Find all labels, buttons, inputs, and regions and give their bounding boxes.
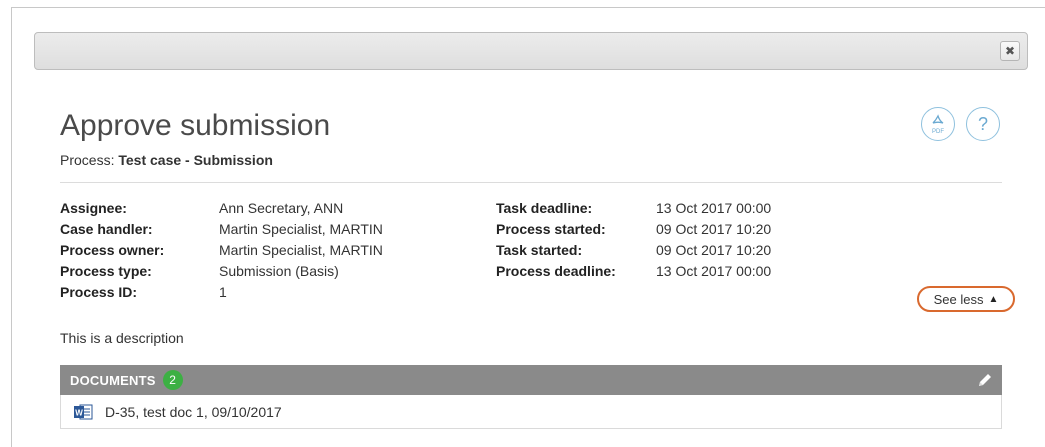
- triangle-up-icon: ▲: [988, 293, 999, 305]
- close-icon: ✖: [1004, 44, 1016, 58]
- detail-label: Task started:: [496, 242, 583, 258]
- detail-value: Submission (Basis): [219, 263, 339, 279]
- details-right: Task deadline: 13 Oct 2017 00:00 Process…: [496, 198, 771, 282]
- detail-label: Process started:: [496, 221, 606, 237]
- detail-value: Martin Specialist, MARTIN: [219, 242, 383, 258]
- details-left: Assignee: Ann Secretary, ANN Case handle…: [60, 198, 383, 303]
- detail-row-task-started: Task started: 09 Oct 2017 10:20: [496, 240, 771, 261]
- process-label: Process:: [60, 152, 115, 168]
- detail-row-task-deadline: Task deadline: 13 Oct 2017 00:00: [496, 198, 771, 219]
- header-divider: [60, 182, 1002, 183]
- detail-label: Process type:: [60, 263, 152, 279]
- document-link[interactable]: D-35, test doc 1, 09/10/2017: [105, 404, 282, 420]
- detail-label: Assignee:: [60, 200, 127, 216]
- documents-title: DOCUMENTS: [70, 372, 156, 388]
- detail-label: Process owner:: [60, 242, 165, 258]
- word-doc-icon: W: [74, 404, 93, 419]
- process-line: Process: Test case - Submission: [60, 152, 273, 168]
- detail-value: Ann Secretary, ANN: [219, 200, 344, 216]
- svg-text:W: W: [75, 408, 83, 417]
- detail-row-assignee: Assignee: Ann Secretary, ANN: [60, 198, 383, 219]
- see-less-toggle[interactable]: See less ▲: [917, 286, 1015, 312]
- help-icon: ?: [977, 113, 988, 134]
- detail-row-process-owner: Process owner: Martin Specialist, MARTIN: [60, 240, 383, 261]
- detail-row-case-handler: Case handler: Martin Specialist, MARTIN: [60, 219, 383, 240]
- detail-value: 13 Oct 2017 00:00: [656, 263, 772, 279]
- detail-label: Task deadline:: [496, 200, 593, 216]
- detail-value: 09 Oct 2017 10:20: [656, 242, 772, 258]
- detail-row-process-id: Process ID: 1: [60, 282, 383, 303]
- detail-label: Case handler:: [60, 221, 153, 237]
- detail-row-process-started: Process started: 09 Oct 2017 10:20: [496, 219, 771, 240]
- dialog-title-bar: ✖: [34, 32, 1028, 70]
- pdf-export-button[interactable]: PDF: [921, 107, 955, 141]
- task-description: This is a description: [60, 330, 184, 346]
- document-list-item: W D-35, test doc 1, 09/10/2017: [60, 395, 1002, 429]
- close-button[interactable]: ✖: [1000, 41, 1020, 61]
- process-name: Test case - Submission: [118, 152, 273, 168]
- detail-value: Martin Specialist, MARTIN: [219, 221, 383, 237]
- detail-row-process-type: Process type: Submission (Basis): [60, 261, 383, 282]
- pdf-icon: PDF: [932, 114, 944, 135]
- page-title: Approve submission: [60, 109, 331, 142]
- detail-value: 1: [219, 284, 227, 300]
- detail-row-process-deadline: Process deadline: 13 Oct 2017 00:00: [496, 261, 771, 282]
- see-less-label: See less: [933, 291, 984, 307]
- pdf-icon-text: PDF: [932, 129, 944, 135]
- pencil-icon[interactable]: [976, 371, 994, 389]
- detail-value: 13 Oct 2017 00:00: [656, 200, 772, 216]
- detail-value: 09 Oct 2017 10:20: [656, 221, 772, 237]
- documents-header: DOCUMENTS 2: [60, 365, 1002, 395]
- detail-label: Process deadline:: [496, 263, 616, 279]
- documents-count-badge: 2: [162, 370, 183, 390]
- detail-label: Process ID:: [60, 284, 138, 300]
- help-button[interactable]: ?: [966, 107, 1000, 141]
